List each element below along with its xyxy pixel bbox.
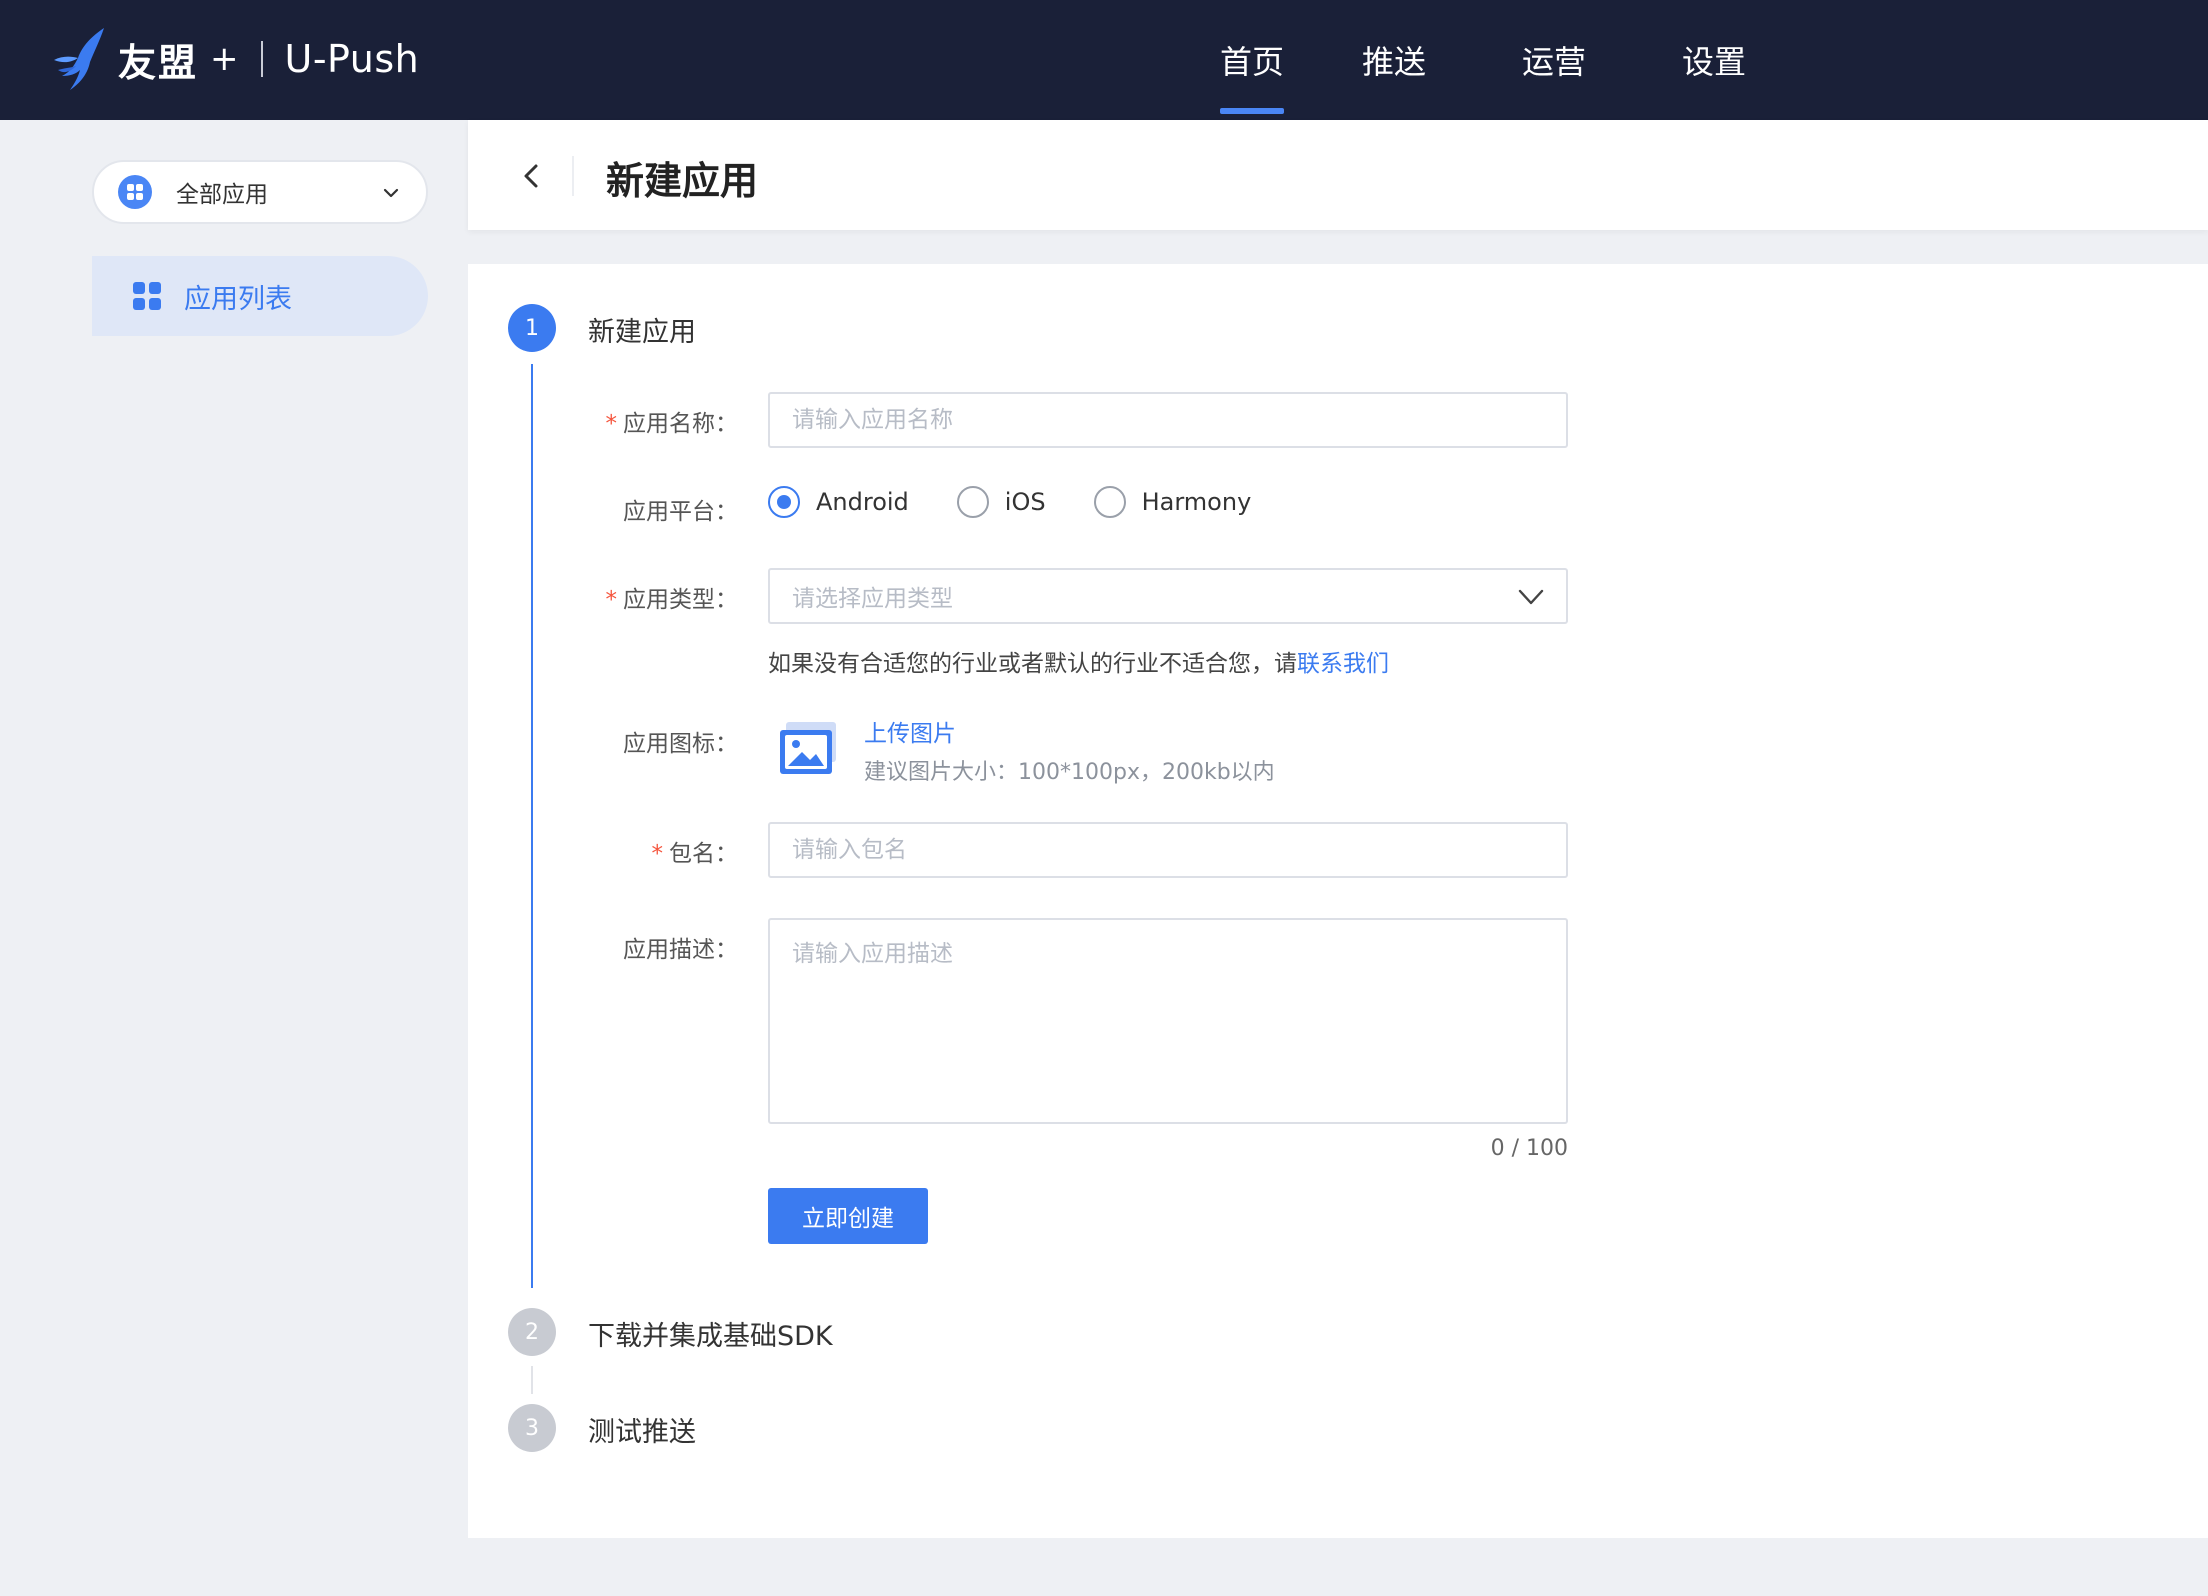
step-3-title: 测试推送 (588, 1417, 696, 1448)
upload-image-link[interactable]: 上传图片 (864, 714, 956, 748)
app-name-input[interactable] (768, 392, 1568, 448)
nav-item-home[interactable]: 首页 (1190, 0, 1314, 120)
app-selector-label: 全部应用 (176, 182, 268, 208)
app-type-select[interactable]: 请选择应用类型 (768, 568, 1568, 624)
step-connector-pending (531, 1366, 533, 1394)
app-type-placeholder: 请选择应用类型 (792, 586, 953, 612)
step-2-indicator: 2 (508, 1308, 556, 1356)
nav-item-push[interactable]: 推送 (1314, 0, 1474, 120)
top-navigation-bar: 友盟 + U-Push 首页 推送 运营 设置 (0, 0, 2208, 120)
upload-size-hint: 建议图片大小：100*100px，200kb以内 (864, 760, 1275, 785)
required-mark: * (605, 411, 618, 437)
back-arrow-icon[interactable] (512, 156, 552, 196)
radio-harmony[interactable]: Harmony (1093, 486, 1252, 518)
contact-us-link[interactable]: 联系我们 (1297, 651, 1389, 677)
required-mark: * (651, 841, 664, 867)
main-nav: 首页 推送 运营 设置 (1190, 0, 1794, 120)
logo-divider (260, 41, 263, 77)
radio-android[interactable]: Android (768, 486, 909, 518)
radio-button[interactable] (956, 486, 989, 518)
apps-grid-icon (118, 175, 152, 209)
brand-name: 友盟 (118, 40, 199, 85)
grid-icon (133, 282, 161, 310)
page-title: 新建应用 (606, 159, 759, 203)
create-now-button[interactable]: 立即创建 (768, 1188, 928, 1244)
package-name-label: * 包名： (651, 841, 739, 867)
description-label: 应用描述： (623, 937, 738, 963)
umeng-bird-icon (54, 28, 104, 90)
sidebar-item-label: 应用列表 (184, 283, 292, 315)
app-name-label: * 应用名称： (605, 411, 739, 437)
nav-item-settings[interactable]: 设置 (1634, 0, 1794, 120)
header-divider (572, 156, 574, 196)
brand-logo[interactable]: 友盟 + U-Push (52, 26, 419, 92)
page-header: 新建应用 (468, 120, 2208, 230)
radio-button-checked[interactable] (768, 486, 800, 518)
platform-radio-group: Android iOS Harmony (768, 486, 1299, 518)
step-2-title: 下载并集成基础SDK (588, 1321, 833, 1352)
radio-label-android: Android (816, 488, 909, 516)
nav-item-operations[interactable]: 运营 (1474, 0, 1634, 120)
package-name-input[interactable] (768, 822, 1568, 878)
app-selector-dropdown[interactable]: 全部应用 (92, 160, 428, 224)
image-upload-icon[interactable] (776, 720, 840, 778)
platform-label: 应用平台： (623, 499, 738, 525)
radio-button[interactable] (1093, 486, 1126, 518)
chevron-down-icon (1518, 589, 1544, 605)
step-1-indicator: 1 (508, 304, 556, 352)
description-textarea[interactable] (768, 918, 1568, 1124)
step-3-indicator: 3 (508, 1404, 556, 1452)
chevron-down-icon (383, 188, 399, 198)
required-mark: * (605, 587, 618, 613)
sidebar-item-app-list[interactable]: 应用列表 (92, 256, 428, 336)
sidebar: 全部应用 应用列表 (0, 120, 468, 1596)
brand-plus: + (210, 39, 239, 79)
radio-label-ios: iOS (1004, 488, 1046, 516)
radio-label-harmony: Harmony (1141, 488, 1252, 516)
app-type-label: * 应用类型： (605, 587, 739, 613)
create-app-card: 1 新建应用 *应用名称： 应用平台： Android iOS Harmony … (468, 264, 2208, 1538)
step-1-title: 新建应用 (588, 317, 696, 348)
product-name: U-Push (284, 37, 420, 81)
app-type-hint: 如果没有合适您的行业或者默认的行业不适合您，请联系我们 (768, 651, 1389, 677)
char-counter: 0 / 100 (1490, 1136, 1568, 1161)
app-icon-label: 应用图标： (623, 731, 738, 757)
radio-ios[interactable]: iOS (956, 486, 1046, 518)
